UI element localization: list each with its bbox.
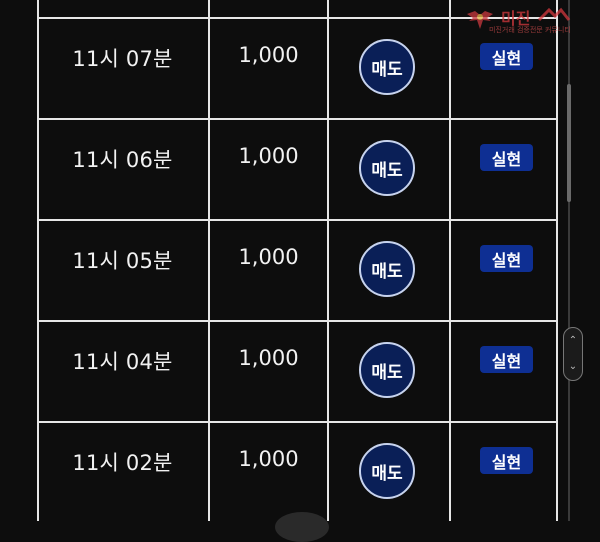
amount-cell: 1,000	[210, 221, 327, 322]
floating-button[interactable]	[275, 512, 329, 542]
sell-button[interactable]: 매도	[359, 342, 415, 398]
amount-text: 1,000	[238, 144, 299, 168]
chevron-up-icon: ⌃	[568, 335, 578, 346]
amount-text: 1,000	[238, 346, 299, 370]
time-cell: 11시 04분	[37, 322, 208, 423]
status-badge: 실현	[480, 447, 533, 474]
time-text: 11시 04분	[72, 350, 173, 374]
amount-text: 1,000	[238, 447, 299, 471]
table-row: 11시 02분 1,000 매도 실현	[37, 423, 558, 524]
status-badge: 실현	[480, 43, 533, 70]
sell-button[interactable]: 매도	[359, 443, 415, 499]
watermark-mark-icon	[537, 7, 571, 22]
amount-cell: 1,000	[210, 423, 327, 524]
time-text: 11시 05분	[72, 249, 173, 273]
time-cell: 11시 06분	[37, 120, 208, 221]
trade-history-table: 11시 07분 1,000 매도 실현 11시 06분 1,000 매도 실현 …	[37, 0, 558, 521]
amount-cell: 1,000	[210, 120, 327, 221]
sell-button[interactable]: 매도	[359, 241, 415, 297]
amount-text: 1,000	[238, 43, 299, 67]
status-badge: 실현	[480, 346, 533, 373]
status-badge: 실현	[480, 245, 533, 272]
time-cell: 11시 07분	[37, 19, 208, 120]
scrollbar-track[interactable]	[568, 0, 570, 521]
watermark-subtitle: 미진거래 검증전문 커뮤니티	[489, 26, 571, 34]
scroll-handle[interactable]: ⌃ ⌄	[563, 327, 583, 381]
watermark-logo: 미진 미진거래 검증전문 커뮤니티	[465, 5, 591, 35]
sell-button[interactable]: 매도	[359, 140, 415, 196]
scrollbar-thumb[interactable]	[567, 84, 571, 202]
time-cell: 11시 05분	[37, 221, 208, 322]
amount-cell: 1,000	[210, 19, 327, 120]
amount-text: 1,000	[238, 245, 299, 269]
table-row: 11시 06분 1,000 매도 실현	[37, 120, 558, 221]
table-row: 11시 05분 1,000 매도 실현	[37, 221, 558, 322]
status-badge: 실현	[480, 144, 533, 171]
time-cell: 11시 02분	[37, 423, 208, 524]
time-text: 11시 02분	[72, 451, 173, 475]
sell-button[interactable]: 매도	[359, 39, 415, 95]
chevron-down-icon: ⌄	[568, 361, 578, 372]
amount-cell: 1,000	[210, 322, 327, 423]
time-text: 11시 07분	[72, 47, 173, 71]
table-row: 11시 04분 1,000 매도 실현	[37, 322, 558, 423]
time-text: 11시 06분	[72, 148, 173, 172]
